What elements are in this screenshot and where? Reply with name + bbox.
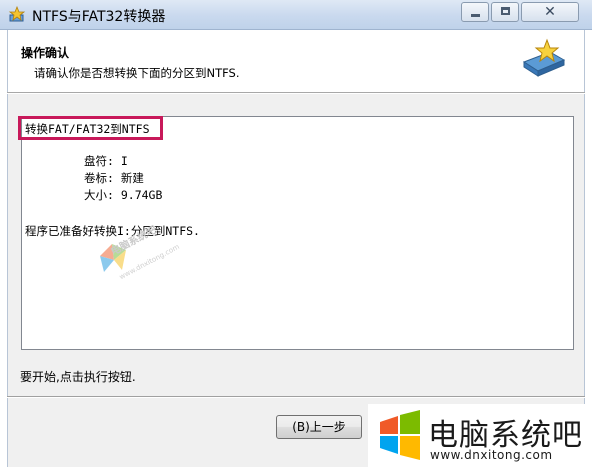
footer-divider (7, 396, 585, 398)
watermark-logo-small (100, 244, 126, 272)
back-button[interactable]: (B)上一步 (276, 415, 362, 439)
header-title: 操作确认 (21, 46, 70, 60)
watermark-url: www.dnxitong.com (430, 448, 553, 462)
app-icon (8, 6, 26, 22)
header-subtitle: 请确认你是否想转换下面的分区到NTFS. (34, 66, 240, 80)
window-title: NTFS与FAT32转换器 (32, 9, 166, 25)
drive-letter-text: 盘符: I (84, 154, 128, 168)
instruction-text: 要开始,点击执行按钮. (20, 370, 136, 384)
wizard-star-icon (522, 38, 566, 77)
volume-label-text: 卷标: 新建 (84, 171, 144, 185)
watermark-logo-icon (380, 410, 420, 460)
close-icon: ✕ (544, 4, 556, 20)
operation-highlight (18, 116, 163, 140)
maximize-button[interactable] (491, 2, 519, 22)
title-bar: NTFS与FAT32转换器 ✕ (0, 0, 592, 30)
watermark-corner: 电脑系统吧 www.dnxitong.com (368, 404, 592, 467)
wizard-header: 操作确认 请确认你是否想转换下面的分区到NTFS. (7, 30, 585, 92)
minimize-button[interactable] (461, 2, 489, 22)
close-button[interactable]: ✕ (521, 2, 579, 22)
